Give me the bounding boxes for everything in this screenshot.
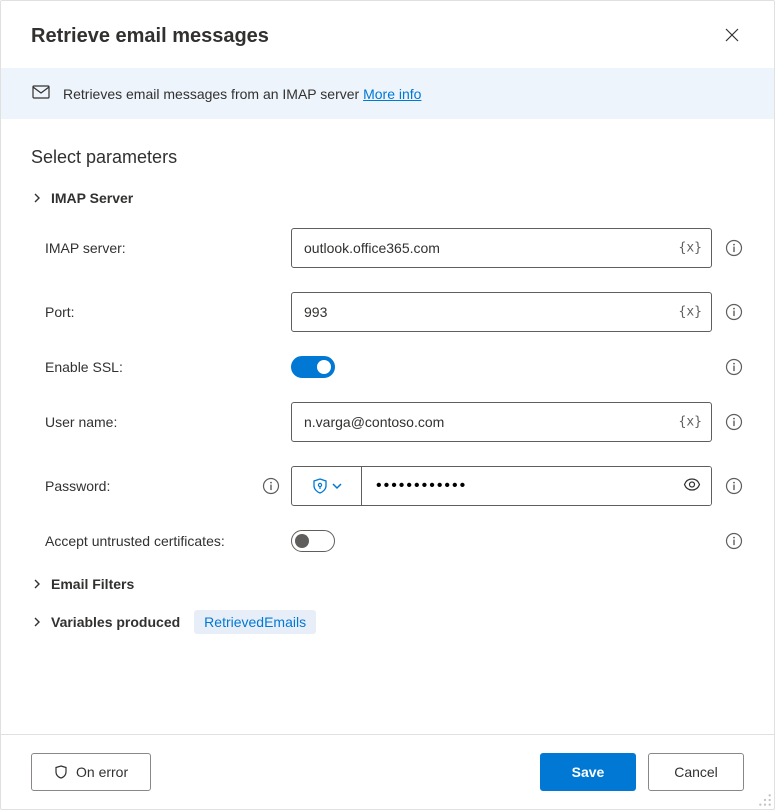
imap-server-section-header[interactable]: IMAP Server <box>31 190 744 206</box>
field-enable-ssl: Enable SSL: <box>45 356 744 378</box>
accept-untrusted-label: Accept untrusted certificates: <box>45 533 225 549</box>
close-icon <box>724 27 740 43</box>
info-icon[interactable] <box>724 412 744 432</box>
username-input[interactable] <box>291 402 712 442</box>
resize-grip-icon[interactable] <box>758 793 772 807</box>
dialog-title: Retrieve email messages <box>31 25 269 48</box>
on-error-button[interactable]: On error <box>31 753 151 791</box>
chevron-right-icon <box>31 616 43 628</box>
variables-produced-label: Variables produced <box>51 614 180 630</box>
email-filters-label: Email Filters <box>51 576 134 592</box>
more-info-link[interactable]: More info <box>363 86 421 102</box>
field-username: User name: {x} <box>45 402 744 442</box>
close-button[interactable] <box>720 23 744 50</box>
parameters-heading: Select parameters <box>31 147 744 168</box>
dialog-footer: On error Save Cancel <box>1 734 774 809</box>
variable-badge[interactable]: RetrievedEmails <box>194 610 316 634</box>
enable-ssl-toggle[interactable] <box>291 356 335 378</box>
email-filters-section-header[interactable]: Email Filters <box>31 576 744 592</box>
info-banner: Retrieves email messages from an IMAP se… <box>1 68 774 119</box>
password-label: Password: <box>45 478 110 494</box>
password-input[interactable] <box>362 467 711 505</box>
imap-server-section-label: IMAP Server <box>51 190 133 206</box>
variables-produced-section-header[interactable]: Variables produced RetrievedEmails <box>31 610 744 634</box>
cancel-button[interactable]: Cancel <box>648 753 744 791</box>
info-icon[interactable] <box>261 476 281 496</box>
imap-server-input[interactable] <box>291 228 712 268</box>
credential-picker-button[interactable] <box>292 467 362 505</box>
info-icon[interactable] <box>724 302 744 322</box>
banner-desc: Retrieves email messages from an IMAP se… <box>63 86 363 102</box>
password-group <box>291 466 712 506</box>
chevron-right-icon <box>31 578 43 590</box>
save-button[interactable]: Save <box>540 753 636 791</box>
eye-icon <box>683 476 701 494</box>
username-label: User name: <box>45 414 117 430</box>
imap-server-label: IMAP server: <box>45 240 126 256</box>
chevron-right-icon <box>31 192 43 204</box>
save-label: Save <box>572 764 605 780</box>
dialog-body: Select parameters IMAP Server IMAP serve… <box>1 119 774 734</box>
reveal-password-button[interactable] <box>683 476 701 497</box>
banner-text: Retrieves email messages from an IMAP se… <box>63 86 421 102</box>
mail-icon <box>31 82 51 105</box>
accept-untrusted-toggle[interactable] <box>291 530 335 552</box>
cancel-label: Cancel <box>674 764 718 780</box>
footer-actions: Save Cancel <box>540 753 744 791</box>
shield-icon <box>312 478 328 494</box>
field-password: Password: <box>45 466 744 506</box>
port-label: Port: <box>45 304 75 320</box>
field-accept-untrusted: Accept untrusted certificates: <box>45 530 744 552</box>
dialog-retrieve-email: Retrieve email messages Retrieves email … <box>0 0 775 810</box>
info-icon[interactable] <box>724 238 744 258</box>
port-input[interactable] <box>291 292 712 332</box>
dialog-header: Retrieve email messages <box>1 1 774 68</box>
info-icon[interactable] <box>724 476 744 496</box>
info-icon[interactable] <box>724 357 744 377</box>
chevron-down-icon <box>332 481 342 491</box>
enable-ssl-label: Enable SSL: <box>45 359 123 375</box>
field-imap-server: IMAP server: {x} <box>45 228 744 268</box>
info-icon[interactable] <box>724 531 744 551</box>
shield-outline-icon <box>54 765 68 779</box>
on-error-label: On error <box>76 764 128 780</box>
field-port: Port: {x} <box>45 292 744 332</box>
